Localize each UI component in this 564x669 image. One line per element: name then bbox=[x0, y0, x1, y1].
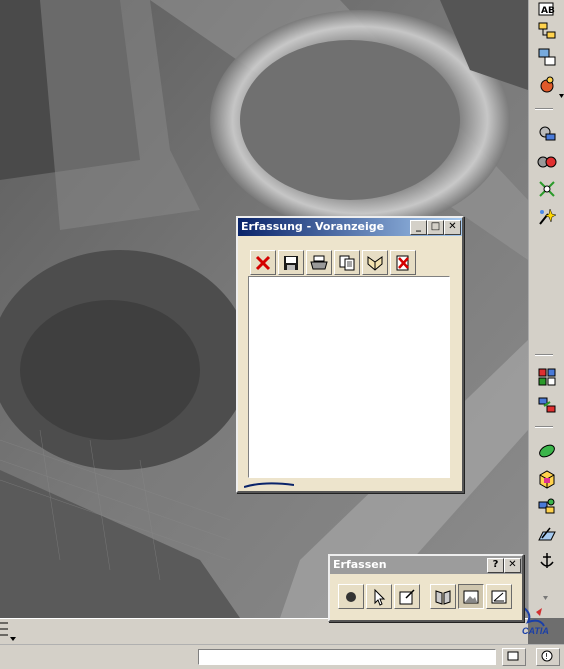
anchor-icon[interactable] bbox=[535, 550, 559, 572]
cube-icon[interactable] bbox=[535, 468, 559, 490]
vector-mode-icon bbox=[491, 590, 507, 603]
window-icon bbox=[507, 651, 519, 661]
toolbar-separator bbox=[535, 426, 553, 428]
dropdown-arrow-icon[interactable] bbox=[559, 94, 564, 98]
red-x-icon bbox=[255, 255, 271, 270]
view-toggle-button[interactable] bbox=[502, 648, 526, 666]
multi-view-icon[interactable] bbox=[535, 366, 559, 388]
expand-chevron-icon[interactable] bbox=[543, 596, 548, 600]
print-button[interactable] bbox=[306, 250, 332, 275]
minimize-button[interactable]: _ bbox=[410, 220, 427, 235]
assembly-icon[interactable] bbox=[535, 496, 559, 518]
maximize-button[interactable]: □ bbox=[427, 220, 444, 235]
save-button[interactable] bbox=[278, 250, 304, 275]
capture-window-title: Erfassen bbox=[333, 558, 387, 571]
product-structure-icon[interactable] bbox=[535, 46, 559, 68]
preview-titlebar[interactable]: Erfassung - Voranzeige _ □ ✕ bbox=[238, 218, 462, 236]
sparkle-icon[interactable] bbox=[535, 206, 559, 228]
album-delete-button[interactable] bbox=[390, 250, 416, 275]
copy-pages-icon bbox=[339, 255, 355, 270]
right-toolbar: AB bbox=[528, 0, 564, 618]
analysis-icon[interactable] bbox=[535, 148, 559, 170]
album-icon bbox=[367, 255, 383, 271]
preview-canvas[interactable] bbox=[248, 276, 450, 478]
bottom-toolbar bbox=[0, 618, 528, 645]
svg-text:!: ! bbox=[545, 652, 548, 661]
capture-button[interactable] bbox=[338, 584, 364, 609]
tree-expand-icon[interactable] bbox=[0, 619, 18, 643]
select-mode-icon bbox=[374, 588, 386, 606]
window-swoosh-decoration bbox=[244, 482, 294, 488]
preview-window[interactable]: Erfassung - Voranzeige _ □ ✕ bbox=[236, 216, 464, 493]
help-mode-button[interactable]: ! bbox=[536, 648, 560, 666]
annotation-text-icon[interactable]: AB bbox=[535, 0, 559, 22]
floppy-disk-icon bbox=[284, 255, 298, 270]
capture-titlebar[interactable]: Erfassen ? ✕ bbox=[330, 556, 522, 574]
capture-icon bbox=[346, 591, 356, 602]
close-button[interactable]: ✕ bbox=[504, 558, 521, 573]
tree-structure-icon[interactable] bbox=[535, 20, 559, 42]
filter-icon[interactable] bbox=[535, 440, 559, 462]
catia-logo-text: CATIA bbox=[522, 626, 549, 636]
info-icon: ! bbox=[541, 650, 553, 662]
measure-icon[interactable] bbox=[535, 122, 559, 144]
toolbar-separator bbox=[535, 354, 553, 356]
album-button[interactable] bbox=[430, 584, 456, 609]
album-icon bbox=[435, 589, 451, 605]
copy-button[interactable] bbox=[334, 250, 360, 275]
album-button[interactable] bbox=[362, 250, 388, 275]
close-button[interactable]: ✕ bbox=[444, 220, 461, 235]
plane-icon[interactable] bbox=[535, 524, 559, 546]
options-icon bbox=[399, 588, 415, 604]
svg-text:AB: AB bbox=[541, 6, 555, 16]
vector-mode-button[interactable] bbox=[486, 584, 512, 609]
help-button[interactable]: ? bbox=[487, 558, 504, 573]
pixel-mode-button[interactable] bbox=[458, 584, 484, 609]
swap-icon[interactable] bbox=[535, 394, 559, 416]
album-delete-icon bbox=[396, 255, 409, 270]
grid-snap-icon[interactable] bbox=[535, 178, 559, 200]
preview-window-title: Erfassung - Voranzeige bbox=[241, 220, 385, 233]
printer-icon bbox=[310, 255, 328, 269]
toolbar-separator bbox=[535, 108, 553, 110]
command-input[interactable] bbox=[198, 649, 496, 665]
delete-button[interactable] bbox=[250, 250, 276, 275]
options-button[interactable] bbox=[394, 584, 420, 609]
pixel-mode-icon bbox=[463, 590, 479, 603]
status-bar: ! bbox=[0, 644, 564, 669]
capture-toolbar-window[interactable]: Erfassen ? ✕ bbox=[328, 554, 524, 622]
select-mode-button[interactable] bbox=[366, 584, 392, 609]
catalog-icon[interactable] bbox=[535, 74, 559, 96]
